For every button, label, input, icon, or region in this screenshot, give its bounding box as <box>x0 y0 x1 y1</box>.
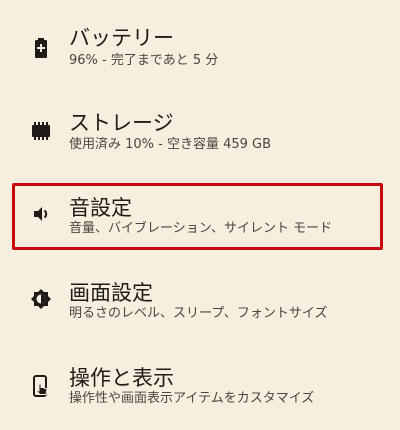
volume-icon <box>29 202 53 226</box>
settings-item-title: バッテリー <box>69 26 174 50</box>
settings-item-summary: 96% - 完了まであと 5 分 <box>69 53 219 68</box>
settings-item-summary: 音量、バイブレーション、サイレント モード <box>69 221 333 236</box>
storage-icon <box>29 119 53 143</box>
settings-item-title: 画面設定 <box>69 281 153 305</box>
accessibility-touch-icon <box>29 374 53 398</box>
settings-item-interaction[interactable]: 操作と表示 操作性や画面表示アイテムをカスタマイズ <box>0 360 400 420</box>
settings-item-storage[interactable]: ストレージ 使用済み 10% - 空き容量 459 GB <box>0 105 400 165</box>
settings-item-battery[interactable]: バッテリー 96% - 完了まであと 5 分 <box>0 20 400 80</box>
settings-item-summary: 操作性や画面表示アイテムをカスタマイズ <box>69 391 315 406</box>
settings-item-title: 音設定 <box>69 196 132 220</box>
settings-item-summary: 明るさのレベル、スリープ、フォントサイズ <box>69 306 328 321</box>
settings-item-title: 操作と表示 <box>69 366 174 390</box>
battery-icon <box>29 36 53 60</box>
settings-item-display[interactable]: 画面設定 明るさのレベル、スリープ、フォントサイズ <box>0 275 400 335</box>
settings-item-title: ストレージ <box>69 111 174 135</box>
brightness-icon <box>29 287 53 311</box>
settings-list: バッテリー 96% - 完了まであと 5 分 ストレージ 使用済み 10% - … <box>0 0 400 430</box>
settings-item-summary: 使用済み 10% - 空き容量 459 GB <box>69 137 272 152</box>
settings-item-sound[interactable]: 音設定 音量、バイブレーション、サイレント モード <box>0 190 400 250</box>
